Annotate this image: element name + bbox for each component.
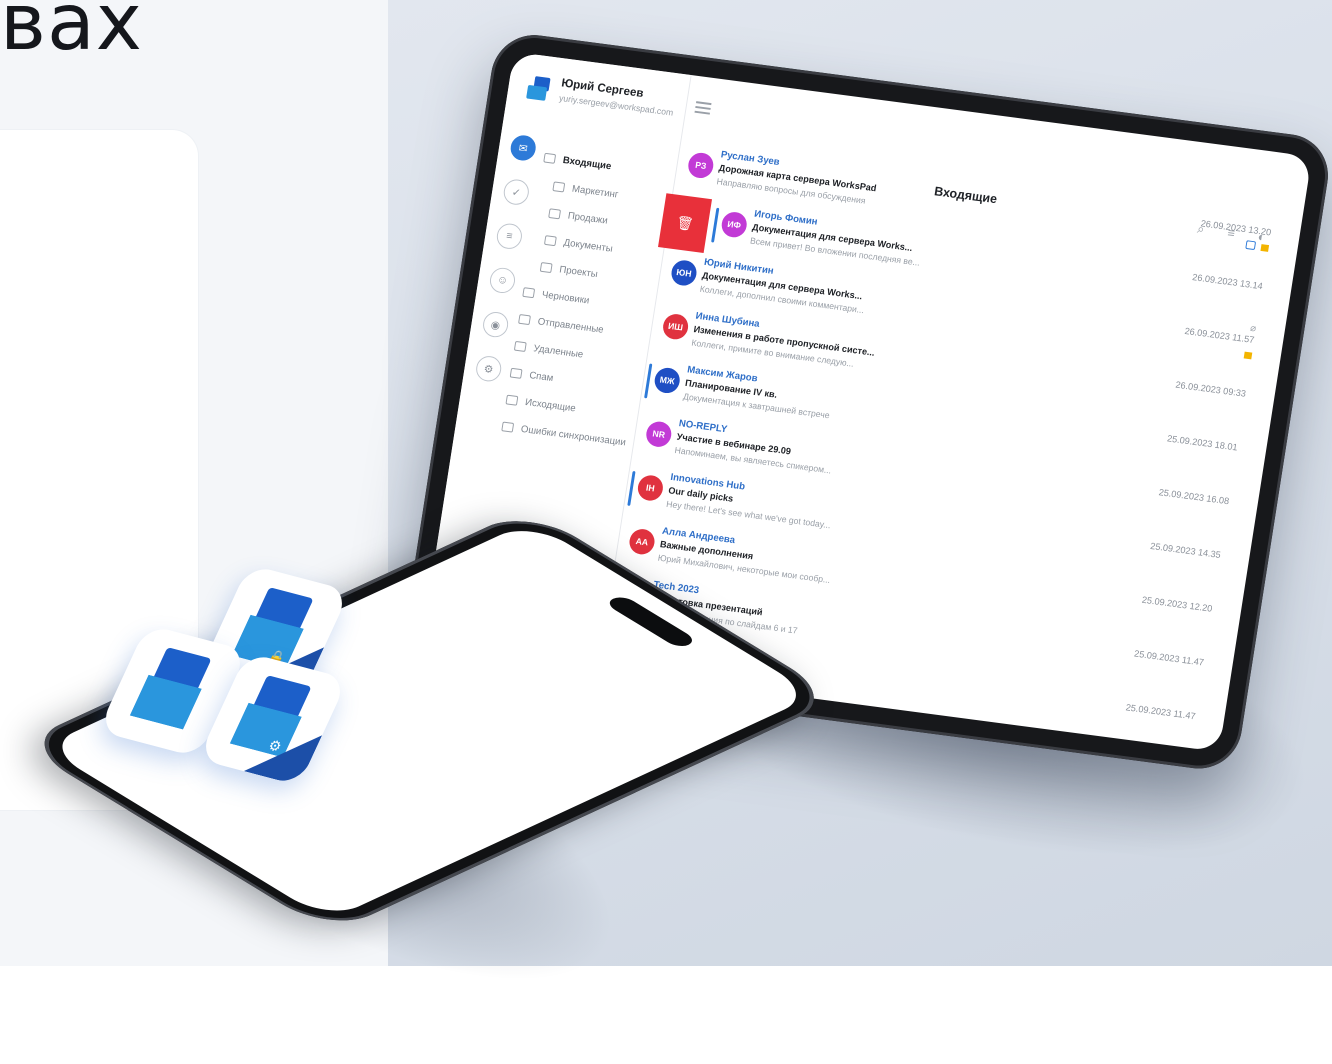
phone-app-icons: 🔒 ⚙ (0, 0, 1332, 966)
